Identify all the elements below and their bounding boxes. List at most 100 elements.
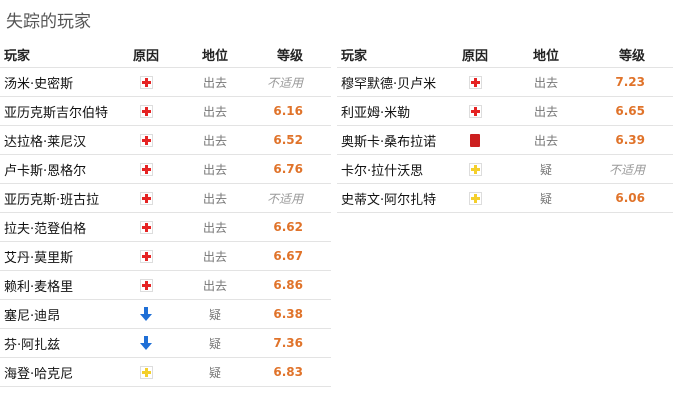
status-cell: 出去 (501, 103, 591, 120)
table-row: 芬·阿扎兹 疑 7.36 (0, 329, 331, 358)
player-name[interactable]: 拉夫·范登伯格 (0, 218, 120, 237)
status-text: 出去 (202, 220, 227, 235)
rating-cell: 7.23 (591, 75, 673, 90)
table-row: 艾丹·莫里斯 出去 6.67 (0, 242, 331, 271)
header-rating: 等级 (618, 49, 645, 64)
injury-icon (139, 249, 153, 263)
player-name[interactable]: 芬·阿扎兹 (0, 334, 120, 353)
status-text: 出去 (533, 133, 558, 148)
injury-icon (139, 278, 153, 292)
player-name[interactable]: 赖利·麦格里 (0, 276, 120, 295)
header-reason: 原因 (132, 49, 159, 64)
rating-cell: 6.83 (258, 365, 331, 380)
reason-cell (449, 162, 501, 176)
down-arrow-icon (140, 336, 152, 350)
status-cell: 出去 (501, 132, 591, 149)
injury-icon (468, 104, 482, 118)
rating-cell: 6.52 (258, 133, 331, 148)
table-row: 达拉格·莱尼汉 出去 6.52 (0, 126, 331, 155)
injury-icon (139, 191, 153, 205)
status-text: 出去 (202, 104, 227, 119)
rating-cell: 6.86 (258, 278, 331, 293)
table-row: 拉夫·范登伯格 出去 6.62 (0, 213, 331, 242)
status-text: 疑 (539, 162, 552, 177)
player-name[interactable]: 卡尔·拉什沃思 (337, 160, 449, 179)
injury-icon (139, 220, 153, 234)
player-name[interactable]: 海登·哈克尼 (0, 363, 120, 382)
header-status: 地位 (532, 49, 559, 64)
player-name[interactable]: 艾丹·莫里斯 (0, 247, 120, 266)
rating-value: 6.39 (615, 132, 645, 147)
status-cell: 出去 (172, 74, 258, 91)
rating-cell: 6.06 (591, 191, 673, 206)
reason-cell (120, 162, 172, 176)
status-text: 出去 (533, 75, 558, 90)
status-cell: 出去 (172, 248, 258, 265)
status-text: 出去 (202, 162, 227, 177)
status-cell: 出去 (172, 219, 258, 236)
rating-cell: 6.38 (258, 307, 331, 322)
player-name[interactable]: 史蒂文·阿尔扎特 (337, 189, 449, 208)
reason-cell (449, 75, 501, 89)
reason-cell (120, 191, 172, 205)
rating-cell: 7.36 (258, 336, 331, 351)
player-name[interactable]: 塞尼·迪昂 (0, 305, 120, 324)
status-cell: 疑 (501, 161, 591, 178)
page-title: 失踪的玩家 (6, 12, 91, 32)
status-cell: 疑 (172, 364, 258, 381)
rating-value: 6.86 (273, 277, 303, 292)
player-name[interactable]: 奥斯卡·桑布拉诺 (337, 131, 449, 150)
status-text: 出去 (202, 133, 227, 148)
table-row: 亚历克斯吉尔伯特 出去 6.16 (0, 97, 331, 126)
table-row: 海登·哈克尼 疑 6.83 (0, 358, 331, 387)
rating-cell: 6.62 (258, 220, 331, 235)
rating-value: 6.06 (615, 190, 645, 205)
injury-icon (139, 75, 153, 89)
status-cell: 出去 (172, 277, 258, 294)
player-name[interactable]: 利亚姆·米勒 (337, 102, 449, 121)
status-cell: 出去 (172, 103, 258, 120)
red-card-icon (470, 133, 480, 147)
table-header: 玩家 原因 地位 等级 (337, 42, 673, 68)
player-name[interactable]: 亚历克斯吉尔伯特 (0, 102, 120, 121)
reason-cell (120, 133, 172, 147)
missing-players-table-right: 玩家 原因 地位 等级 穆罕默德·贝卢米 出去 7.23 利亚姆·米勒 出去 6.65 奥斯… (337, 42, 673, 213)
status-text: 出去 (202, 278, 227, 293)
header-player: 玩家 (341, 49, 368, 64)
status-text: 疑 (208, 336, 221, 351)
reason-cell (120, 278, 172, 292)
table-row: 塞尼·迪昂 疑 6.38 (0, 300, 331, 329)
injury-icon (139, 133, 153, 147)
doubtful-icon (139, 365, 153, 379)
status-cell: 疑 (501, 190, 591, 207)
table-body: 汤米·史密斯 出去 不适用 亚历克斯吉尔伯特 出去 6.16 达拉格·莱尼汉 出去 6.52 卢卡… (0, 68, 331, 387)
header-player: 玩家 (4, 49, 31, 64)
player-name[interactable]: 达拉格·莱尼汉 (0, 131, 120, 150)
rating-cell: 6.76 (258, 162, 331, 177)
table-body: 穆罕默德·贝卢米 出去 7.23 利亚姆·米勒 出去 6.65 奥斯卡·桑布拉诺 出去 6.39… (337, 68, 673, 213)
status-cell: 出去 (172, 190, 258, 207)
table-row: 卡尔·拉什沃思 疑 不适用 (337, 155, 673, 184)
rating-cell: 6.39 (591, 133, 673, 148)
reason-cell (120, 220, 172, 234)
injury-icon (139, 162, 153, 176)
player-name[interactable]: 卢卡斯·恩格尔 (0, 160, 120, 179)
player-name[interactable]: 穆罕默德·贝卢米 (337, 73, 449, 92)
rating-cell: 6.65 (591, 104, 673, 119)
table-row: 赖利·麦格里 出去 6.86 (0, 271, 331, 300)
status-text: 疑 (208, 307, 221, 322)
player-name[interactable]: 汤米·史密斯 (0, 73, 120, 92)
player-name[interactable]: 亚历克斯·班古拉 (0, 189, 120, 208)
reason-cell (120, 336, 172, 350)
status-text: 出去 (202, 191, 227, 206)
doubtful-icon (468, 162, 482, 176)
rating-value: 6.62 (273, 219, 303, 234)
table-row: 史蒂文·阿尔扎特 疑 6.06 (337, 184, 673, 213)
status-cell: 出去 (501, 74, 591, 91)
status-text: 疑 (208, 365, 221, 380)
rating-cell: 不适用 (258, 74, 331, 91)
status-cell: 疑 (172, 335, 258, 352)
rating-value: 6.38 (273, 306, 303, 321)
table-row: 利亚姆·米勒 出去 6.65 (337, 97, 673, 126)
rating-cell: 不适用 (591, 161, 673, 178)
